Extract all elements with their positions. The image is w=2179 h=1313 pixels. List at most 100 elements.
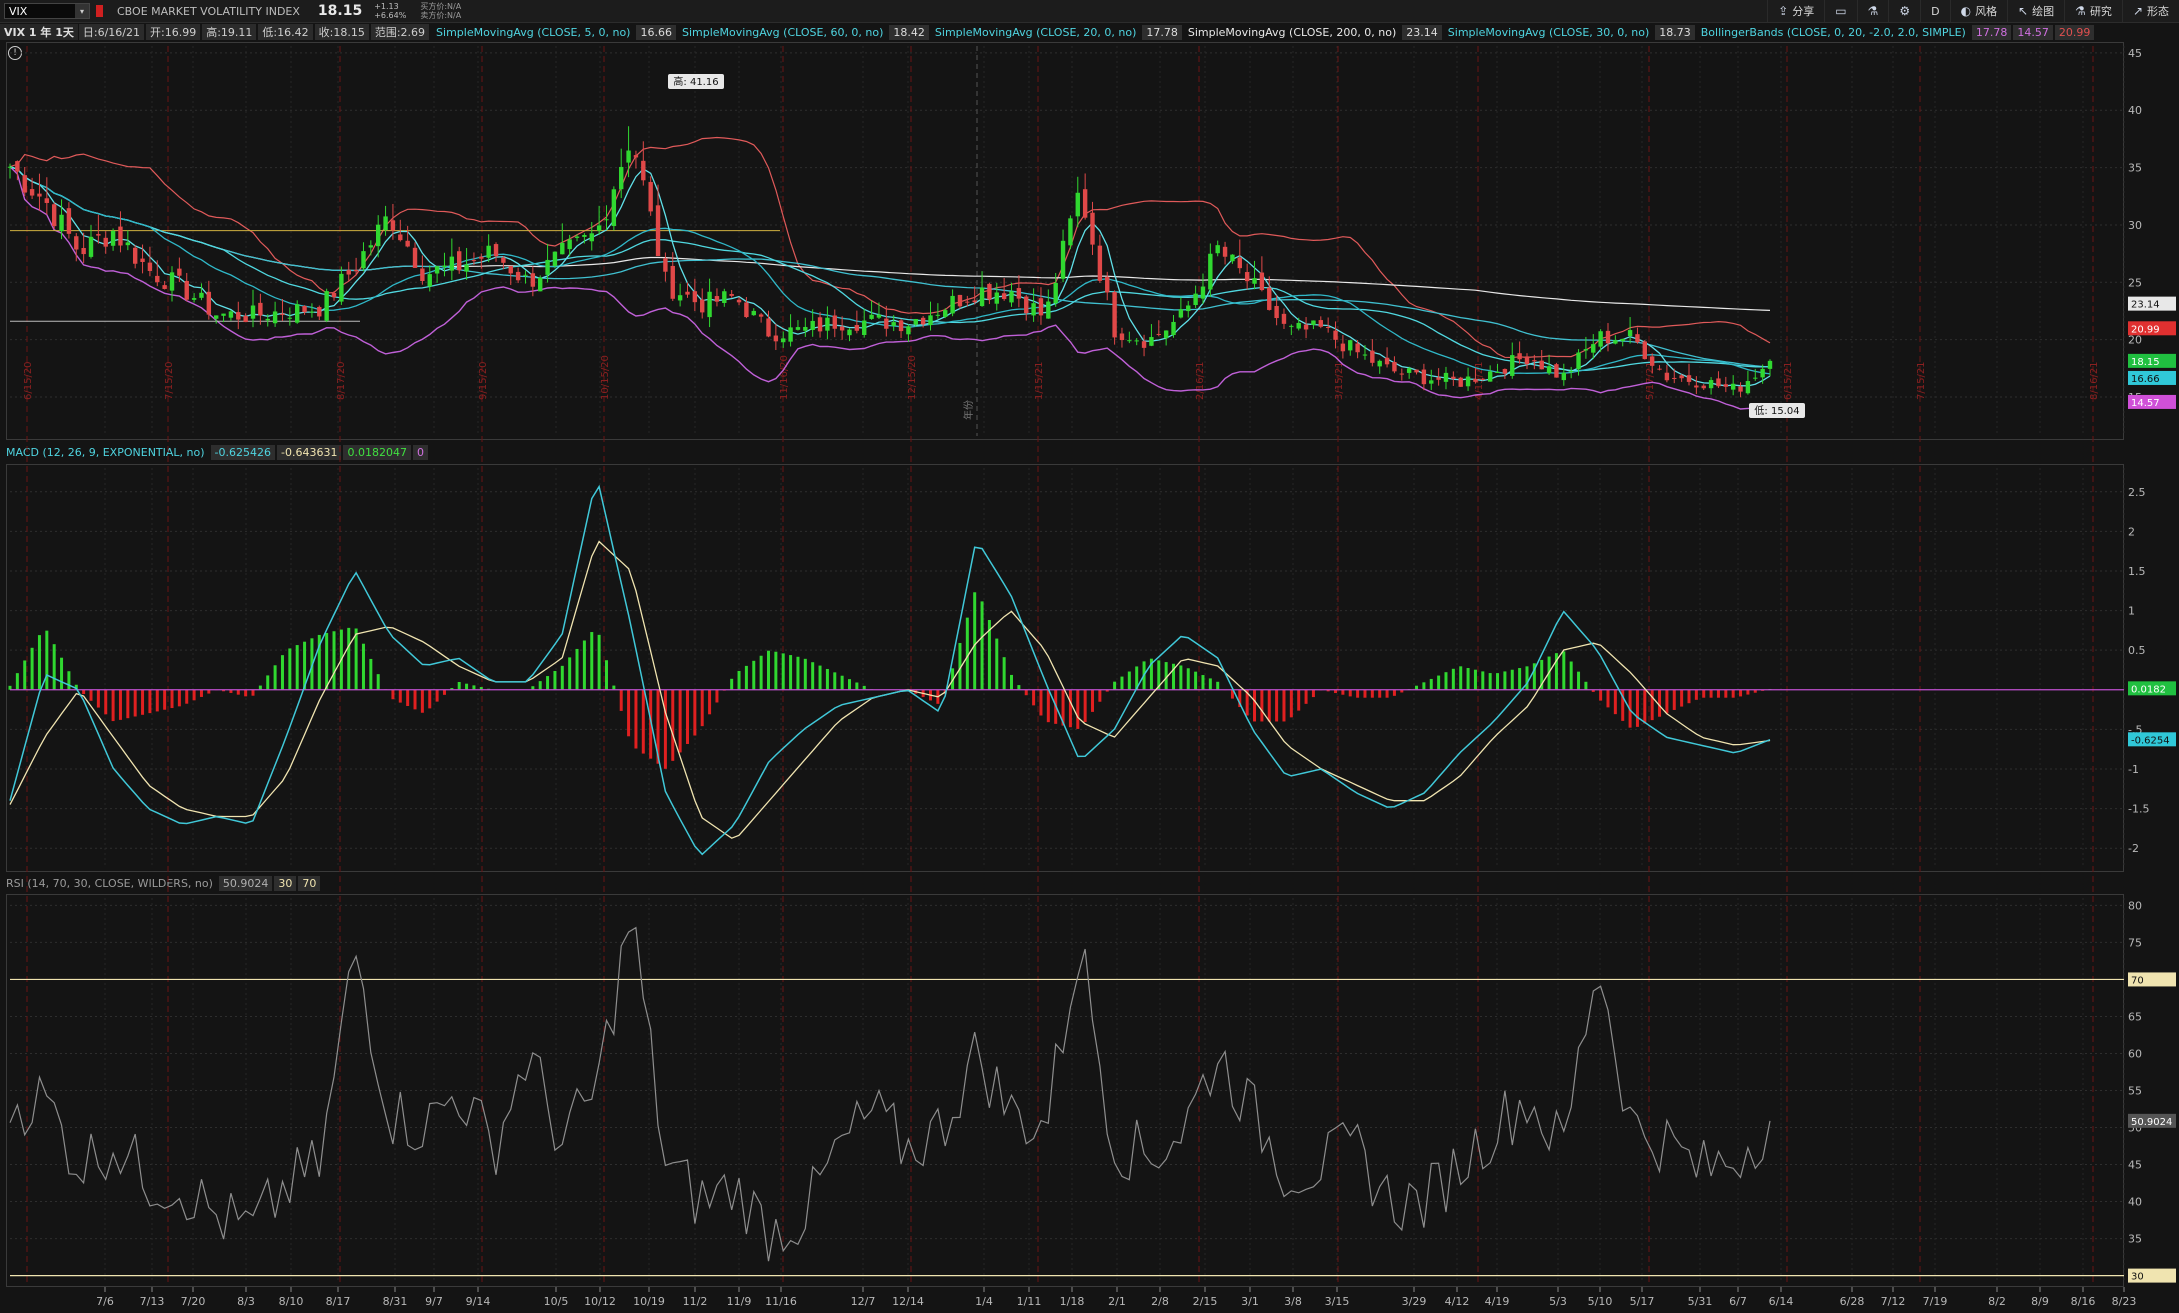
period-label[interactable]: VIX 1 年 1天	[0, 24, 78, 40]
candle	[655, 205, 661, 257]
toolbar-button-style[interactable]: ◐ 风格	[1949, 0, 2007, 22]
date-label: 2/1	[1108, 1295, 1126, 1308]
candle	[1362, 354, 1368, 356]
rsi-value: 30	[274, 875, 297, 891]
candle	[74, 236, 79, 250]
chevron-down-icon[interactable]: ▾	[75, 4, 89, 18]
macd-histogram-bar	[1635, 689, 1639, 727]
bollinger-label[interactable]: BollingerBands (CLOSE, 0, 20, -2.0, 2.0,…	[1697, 25, 1970, 40]
toolbar-button-study[interactable]: ⚗ 研究	[2064, 0, 2122, 22]
layout-icon: ▭	[1835, 4, 1847, 18]
candle	[1046, 301, 1051, 319]
sma-200	[9, 166, 1771, 311]
macd-histogram-bar	[89, 689, 93, 701]
candle	[22, 175, 27, 193]
macd-histogram-bar	[1142, 661, 1146, 690]
macd-histogram-bar	[781, 653, 785, 690]
macd-histogram-bar	[222, 689, 226, 692]
candle	[545, 259, 550, 275]
annotation-text: 低: 15.04	[1754, 404, 1799, 417]
study-label[interactable]: SimpleMovingAvg (CLOSE, 5, 0, no)	[432, 25, 634, 40]
macd-histogram-bar	[1230, 689, 1234, 699]
macd-histogram-bar	[1046, 689, 1050, 723]
toolbar-button-draw[interactable]: ↖ 绘图	[2007, 0, 2064, 22]
date-label: 6/7	[1729, 1295, 1747, 1308]
study-label[interactable]: SimpleMovingAvg (CLOSE, 20, 0, no)	[931, 25, 1140, 40]
candle	[707, 291, 712, 318]
macd-histogram-bar	[1451, 668, 1455, 690]
candle	[1730, 383, 1736, 390]
month-marker-label: 12/15/20	[907, 355, 918, 400]
macd-histogram-bar	[862, 685, 866, 690]
toolbar-button-pattern[interactable]: ↗ 形态	[2121, 0, 2179, 22]
macd-histogram-bar	[1091, 689, 1095, 712]
candle	[920, 317, 926, 325]
macd-histogram-bar	[23, 660, 27, 690]
rsi-line	[9, 926, 1771, 1262]
price-tick: 20	[2128, 334, 2142, 347]
bid-ask: 买方价:N/A 卖方价:N/A	[420, 2, 461, 20]
candle	[1355, 343, 1360, 353]
toolbar-button-gear[interactable]: ⚙	[1888, 0, 1920, 22]
macd-histogram-bar	[590, 632, 594, 690]
price-badge-bg	[2128, 370, 2176, 385]
macd-histogram-bar	[420, 689, 424, 713]
macd-histogram-bar	[1172, 663, 1176, 690]
toolbar-button-aggregation[interactable]: D	[1920, 0, 1949, 22]
top-bar: VIX ▾ CBOE MARKET VOLATILITY INDEX 18.15…	[0, 0, 2179, 23]
macd-histogram-bar	[15, 673, 19, 690]
candle	[574, 236, 580, 238]
candle	[265, 318, 270, 321]
candle	[7, 166, 13, 168]
candle	[538, 277, 543, 292]
toolbar-button-layout[interactable]: ▭	[1824, 0, 1856, 22]
candle	[1605, 330, 1611, 344]
macd-histogram-bar	[1422, 682, 1426, 690]
candle	[1480, 378, 1486, 380]
rsi-badge-bg	[2128, 1113, 2176, 1128]
candle	[825, 317, 830, 331]
rsi-tick: 65	[2128, 1010, 2142, 1023]
macd-histogram-bar	[855, 682, 859, 690]
candle	[1598, 331, 1603, 347]
candle	[1576, 352, 1581, 370]
macd-tick: -2	[2128, 842, 2139, 855]
study-label[interactable]: SimpleMovingAvg (CLOSE, 200, 0, no)	[1184, 25, 1400, 40]
macd-histogram-bar	[1216, 681, 1220, 690]
symbol-input[interactable]: VIX ▾	[4, 3, 90, 19]
toolbar-button-flask[interactable]: ⚗	[1856, 0, 1889, 22]
candle	[1370, 350, 1375, 363]
candle	[169, 272, 175, 291]
candle	[729, 294, 734, 296]
date-label: 5/17	[1630, 1295, 1655, 1308]
ask-price: 卖方价:N/A	[420, 11, 462, 20]
study-label[interactable]: SimpleMovingAvg (CLOSE, 30, 0, no)	[1444, 25, 1653, 40]
date-label: 7/6	[96, 1295, 114, 1308]
candle	[324, 291, 329, 321]
macd-label[interactable]: MACD (12, 26, 9, EXPONENTIAL, no)	[2, 445, 209, 460]
study-value: 23.14	[1402, 24, 1442, 40]
macd-histogram-bar	[141, 689, 145, 715]
date-label: 4/12	[1445, 1295, 1470, 1308]
candle	[884, 318, 889, 329]
date-label: 8/9	[2031, 1295, 2049, 1308]
info-icon[interactable]: !	[8, 46, 22, 60]
candle	[493, 244, 499, 257]
macd-histogram-bar	[406, 689, 410, 706]
study-label[interactable]: SimpleMovingAvg (CLOSE, 60, 0, no)	[678, 25, 887, 40]
study-value: 18.73	[1655, 24, 1695, 40]
macd-histogram-bar	[1068, 689, 1072, 728]
candle	[515, 271, 521, 281]
macd-histogram-bar	[1304, 689, 1308, 704]
candle	[118, 226, 123, 246]
bollinger-upper	[9, 136, 1771, 359]
month-marker-label: 4/15/21	[1474, 361, 1485, 400]
macd-histogram-bar	[1120, 676, 1124, 690]
toolbar-button-share[interactable]: ⇪ 分享	[1767, 0, 1824, 22]
rsi-label[interactable]: RSI (14, 70, 30, CLOSE, WILDERS, no)	[2, 876, 217, 891]
macd-histogram-bar	[951, 668, 955, 690]
candle	[449, 256, 455, 271]
macd-histogram-bar	[1032, 689, 1036, 706]
macd-histogram-bar	[906, 689, 910, 691]
macd-histogram-bar	[251, 689, 255, 696]
